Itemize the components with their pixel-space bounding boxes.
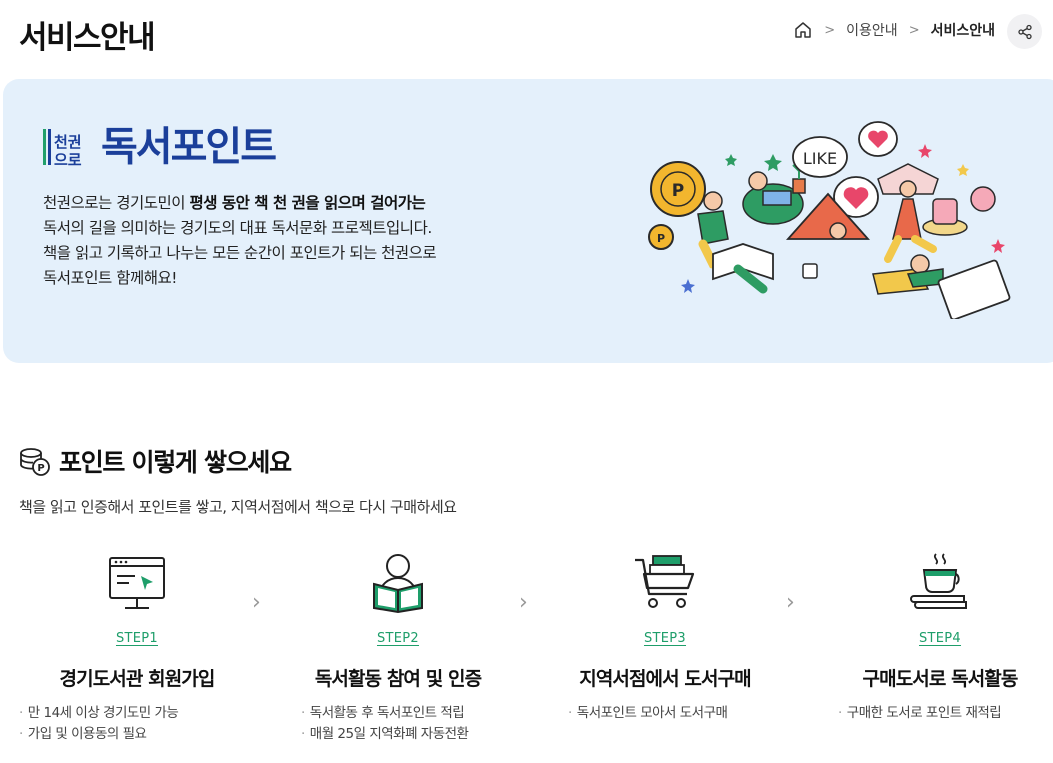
step-card: STEP2 독서활동 참여 및 인증 독서활동 후 독서포인트 적립 매월 25…: [268, 545, 528, 755]
computer-icon: [109, 557, 165, 609]
chevron-right-icon: ›: [786, 590, 795, 615]
step-label: STEP1: [115, 631, 159, 646]
step-note: 만 14세 이상 경기도민 가능: [19, 703, 179, 724]
step-name: 지역서점에서 도서구매: [579, 668, 751, 690]
step-name: 구매도서로 독서활동: [862, 668, 1019, 690]
step-card: STEP1 경기도서관 회원가입 만 14세 이상 경기도민 가능 가입 및 이…: [7, 545, 267, 755]
home-icon[interactable]: [793, 20, 813, 40]
step-name: 독서활동 참여 및 인증: [314, 668, 482, 690]
desc-line4: 독서포인트 함께해요!: [43, 269, 177, 287]
chevron-right-icon: >: [908, 22, 920, 38]
chevron-right-icon: >: [824, 22, 836, 38]
step-note: 매월 25일 지역화폐 자동전환: [301, 724, 469, 745]
shopping-cart-icon: [635, 555, 695, 608]
step-notes: 독서활동 후 독서포인트 적립 매월 25일 지역화폐 자동전환: [301, 703, 469, 745]
share-icon: [1017, 24, 1032, 39]
share-button[interactable]: [1007, 14, 1042, 49]
like-bubble-label: LIKE: [803, 149, 837, 168]
breadcrumb-item-guide[interactable]: 이용안내: [846, 20, 898, 40]
logo-mark-bottom: 으로: [54, 151, 82, 169]
coin-label: P: [672, 181, 684, 201]
reading-person-icon: [373, 554, 423, 614]
desc-line1-plain: 천권으로는 경기도민이: [43, 194, 190, 212]
intro-banner: 천권 으로 독서포인트 천권으로는 경기도민이 평생 동안 책 천 권을 읽으며…: [3, 79, 1053, 363]
steps-list: STEP1 경기도서관 회원가입 만 14세 이상 경기도민 가능 가입 및 이…: [0, 545, 1053, 755]
breadcrumb-item-current: 서비스안내: [930, 23, 995, 39]
step-label: STEP3: [643, 631, 687, 646]
coffee-books-icon: [910, 553, 967, 609]
desc-line1-bold: 평생 동안 책 천 권을 읽으며 걸어가는: [189, 194, 426, 212]
logo-mark-top: 천권: [54, 133, 82, 151]
svg-text:P: P: [37, 463, 44, 474]
cheongwon-logo: 천권 으로 독서포인트: [43, 124, 277, 170]
logo-mark: 천권 으로: [43, 125, 95, 169]
banner-description: 천권으로는 경기도민이 평생 동안 책 천 권을 읽으며 걸어가는 독서의 길을…: [43, 191, 513, 291]
desc-line3: 책을 읽고 기록하고 나누는 모든 순간이 포인트가 되는 천권으로: [43, 244, 437, 262]
desc-line2: 독서의 길을 의미하는 경기도의 대표 독서문화 프로젝트입니다.: [43, 219, 432, 237]
section-title: 포인트 이렇게 쌓으세요: [59, 448, 292, 477]
coins-icon: P: [20, 448, 50, 476]
reading-people-illustration: P P LIKE: [648, 121, 1011, 319]
step-note: 가입 및 이용동의 필요: [19, 724, 178, 745]
section-subtitle: 책을 읽고 인증해서 포인트를 쌓고, 지역서점에서 책으로 다시 구매하세요: [19, 498, 457, 516]
logo-text: 독서포인트: [101, 124, 277, 170]
step-notes: 만 14세 이상 경기도민 가능 가입 및 이용동의 필요: [19, 703, 179, 745]
step-note: 구매한 도서로 포인트 재적립: [838, 703, 1002, 724]
step-name: 경기도서관 회원가입: [59, 668, 216, 690]
chevron-right-icon: ›: [519, 590, 528, 615]
step-card: STEP4 구매도서로 독서활동 구매한 도서로 포인트 재적립: [810, 545, 1053, 755]
step-label: STEP2: [376, 631, 420, 646]
page-title: 서비스안내: [19, 20, 156, 56]
step-note: 독서포인트 모아서 도서구매: [568, 703, 728, 724]
section-heading: P 포인트 이렇게 쌓으세요: [19, 443, 292, 479]
chevron-right-icon: ›: [252, 590, 261, 615]
svg-text:P: P: [657, 232, 665, 245]
step-note: 독서활동 후 독서포인트 적립: [301, 703, 468, 724]
step-notes: 구매한 도서로 포인트 재적립: [838, 703, 1002, 724]
step-label: STEP4: [918, 631, 962, 646]
step-notes: 독서포인트 모아서 도서구매: [568, 703, 728, 724]
step-card: STEP3 지역서점에서 도서구매 독서포인트 모아서 도서구매: [535, 545, 795, 755]
breadcrumb: > 이용안내 > 서비스안내: [793, 20, 995, 40]
